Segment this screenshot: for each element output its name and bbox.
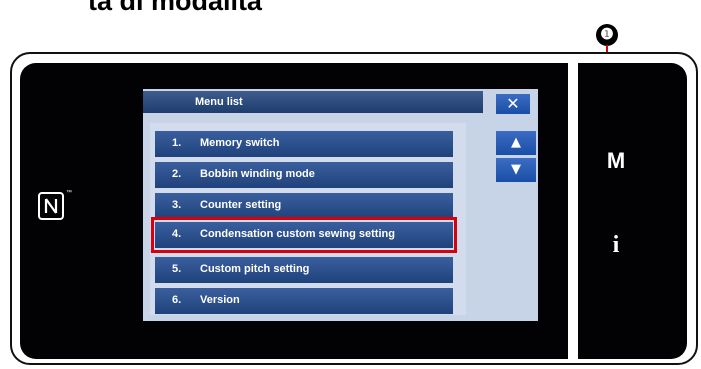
menu-item-label: Version <box>200 294 240 306</box>
scroll-down-button[interactable]: ▼ <box>496 158 536 182</box>
highlight-box <box>151 217 457 253</box>
callout-number-badge: ❶ <box>596 24 618 46</box>
menu-item-version[interactable]: 6. Version <box>155 288 453 314</box>
nfc-icon <box>38 192 64 220</box>
menu-item-number: 3. <box>172 199 182 211</box>
page-heading: ta di modalità <box>88 0 263 16</box>
menu-item-number: 6. <box>172 294 182 306</box>
menu-item-number: 2. <box>172 168 182 180</box>
key-panel <box>578 63 687 359</box>
close-button[interactable]: ✕ <box>496 94 530 114</box>
mode-key-m[interactable]: M <box>596 148 636 174</box>
nfc-trademark: ™ <box>66 190 72 196</box>
information-key-i[interactable]: i <box>596 232 636 259</box>
menu-item-custom-pitch-setting[interactable]: 5. Custom pitch setting <box>155 257 453 283</box>
menu-item-label: Custom pitch setting <box>200 263 310 275</box>
menu-item-label: Memory switch <box>200 137 280 149</box>
menu-item-number: 1. <box>172 137 182 149</box>
scroll-up-button[interactable]: ▲ <box>496 131 536 155</box>
menu-item-counter-setting[interactable]: 3. Counter setting <box>155 193 453 219</box>
menu-list-titlebar <box>143 91 483 113</box>
menu-list-title: Menu list <box>195 96 243 108</box>
menu-item-number: 5. <box>172 263 182 275</box>
menu-item-label: Counter setting <box>200 199 282 211</box>
menu-item-label: Bobbin winding mode <box>200 168 315 180</box>
menu-item-memory-switch[interactable]: 1. Memory switch <box>155 131 453 157</box>
menu-item-bobbin-winding-mode[interactable]: 2. Bobbin winding mode <box>155 162 453 188</box>
